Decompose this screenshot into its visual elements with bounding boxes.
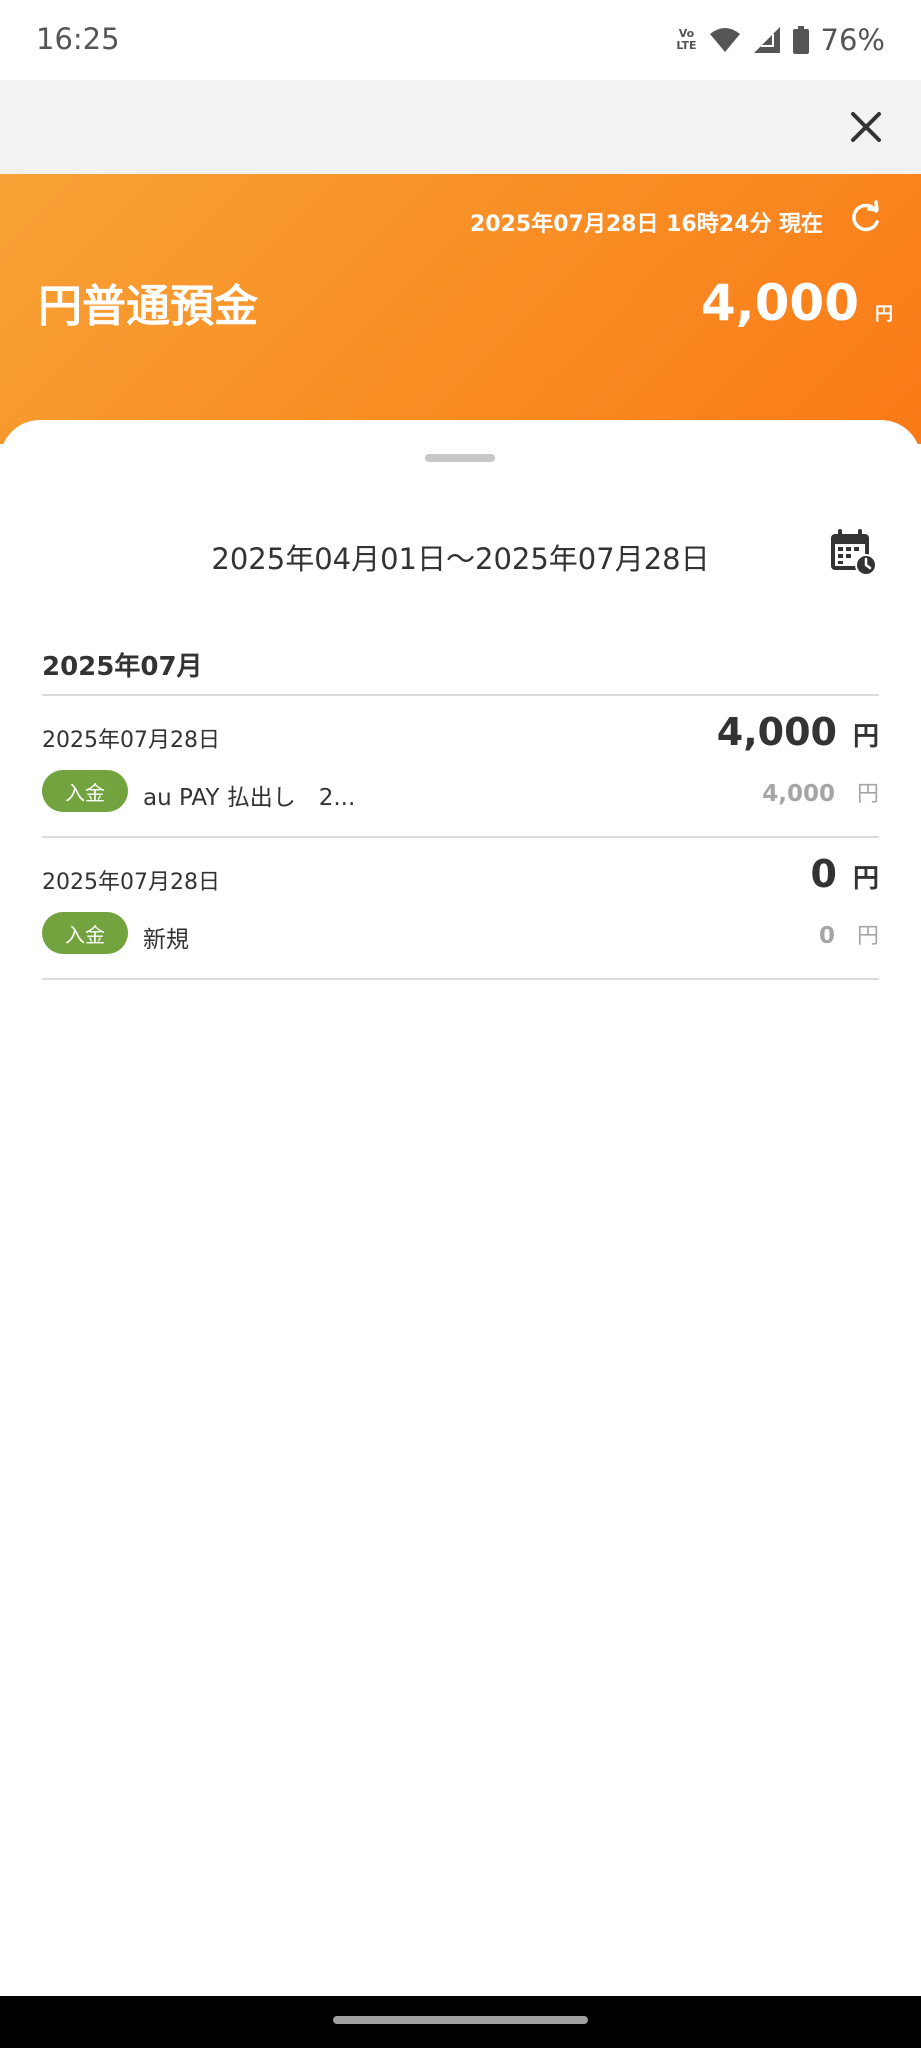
close-button[interactable] [841, 102, 891, 152]
deposit-badge: 入金 [42, 912, 128, 954]
month-header: 2025年07月 [42, 652, 203, 682]
transaction-row[interactable]: 2025年07月28日 0 円 入金 新規 0 円 [42, 838, 879, 978]
calendar-icon [831, 529, 877, 576]
navigation-bar [0, 1996, 921, 2048]
status-icons: Vo LTE 76% [676, 20, 885, 60]
balance-unit: 円 [875, 304, 893, 325]
refresh-icon [852, 200, 879, 232]
transaction-balance-unit: 円 [856, 782, 879, 807]
as-of-timestamp: 2025年07月28日 16時24分 現在 [469, 212, 823, 237]
transaction-amount-value: 4,000 [716, 710, 837, 754]
volte-icon: Vo LTE [676, 28, 696, 52]
transaction-amount-value: 0 [810, 852, 837, 896]
calendar-button[interactable] [829, 528, 877, 576]
status-time: 16:25 [36, 22, 120, 56]
signal-icon [753, 27, 780, 53]
battery-icon [792, 26, 809, 54]
top-bar [0, 80, 921, 174]
transaction-balance-value: 0 [818, 923, 835, 949]
battery-percent: 76% [820, 23, 885, 57]
home-gesture-pill[interactable] [333, 2016, 588, 2024]
transaction-balance: 4,000 円 [762, 776, 879, 808]
transaction-sheet: 2025年04月01日〜2025年07月28日 2025年07月 2025年07… [0, 420, 921, 1996]
current-balance: 4,000 円 [701, 274, 893, 332]
sheet-drag-handle[interactable] [425, 454, 495, 462]
transaction-date: 2025年07月28日 [42, 728, 220, 753]
account-header: 2025年07月28日 16時24分 現在 円普通預金 4,000 円 [0, 174, 921, 444]
transaction-description: 新規 [143, 927, 189, 953]
volte-bottom-label: LTE [676, 39, 697, 52]
balance-amount: 4,000 [700, 274, 859, 332]
transaction-date: 2025年07月28日 [42, 870, 220, 895]
transaction-balance: 0 円 [819, 918, 879, 950]
deposit-badge: 入金 [42, 770, 128, 812]
divider [42, 978, 879, 980]
transaction-balance-value: 4,000 [762, 781, 835, 807]
transaction-balance-unit: 円 [856, 924, 879, 949]
transaction-amount-unit: 円 [852, 864, 879, 894]
status-bar: 16:25 Vo LTE 76% [0, 0, 921, 80]
account-name: 円普通預金 [38, 281, 258, 332]
period-range: 2025年04月01日〜2025年07月28日 [211, 542, 710, 576]
transaction-amount-unit: 円 [852, 722, 879, 752]
transaction-description: au PAY 払出し 2... [143, 785, 356, 811]
close-icon [851, 112, 881, 142]
refresh-button[interactable] [847, 200, 883, 236]
wifi-icon [709, 28, 740, 52]
transaction-amount: 4,000 円 [717, 710, 879, 754]
transaction-amount: 0 円 [811, 852, 879, 896]
transaction-row[interactable]: 2025年07月28日 4,000 円 入金 au PAY 払出し 2... 4… [42, 696, 879, 836]
